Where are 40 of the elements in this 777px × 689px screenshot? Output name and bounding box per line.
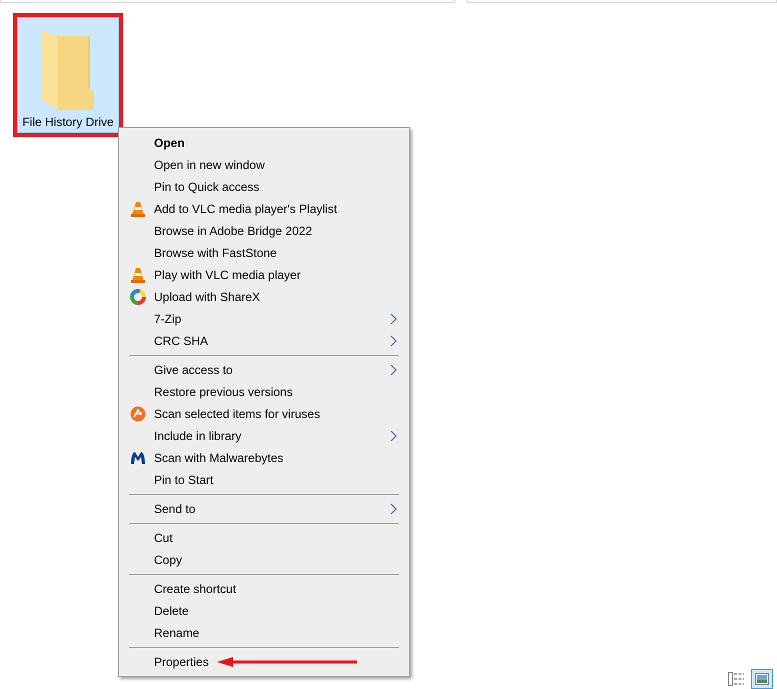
- view-button[interactable]: [751, 669, 773, 689]
- traffic-cone-icon: [130, 267, 144, 283]
- chevron-right-icon: [390, 503, 397, 515]
- menu-item[interactable]: Pin to Quick access: [121, 176, 407, 198]
- menu-item[interactable]: Add to VLC media player's Playlist: [121, 198, 407, 220]
- traffic-cone-icon: [130, 201, 144, 217]
- chevron-right-icon: [390, 430, 397, 442]
- details-view-icon: [728, 672, 744, 686]
- menu-item[interactable]: Give access to: [121, 359, 407, 381]
- menu-item[interactable]: Cut: [121, 527, 407, 549]
- menu-item[interactable]: Scan selected items for viruses: [121, 403, 407, 425]
- menu-item[interactable]: Scan with Malwarebytes: [121, 447, 407, 469]
- menu-item[interactable]: Send to: [121, 498, 407, 520]
- menu-item[interactable]: Copy: [121, 549, 407, 571]
- chevron-right-icon: [390, 364, 397, 376]
- ring-logo-icon: [130, 289, 146, 305]
- menu-item[interactable]: Properties: [121, 651, 407, 673]
- folder-item[interactable]: File History Drive: [17, 17, 119, 133]
- menu-item[interactable]: Upload with ShareX: [121, 286, 407, 308]
- menu-item[interactable]: CRC SHA: [121, 330, 407, 352]
- round-logo-icon: [130, 406, 146, 422]
- menu-item[interactable]: Rename: [121, 622, 407, 644]
- menu-item[interactable]: Browse in Adobe Bridge 2022: [121, 220, 407, 242]
- menu-item[interactable]: Open: [121, 132, 407, 154]
- menu-item[interactable]: Create shortcut: [121, 578, 407, 600]
- menu-item[interactable]: 7-Zip: [121, 308, 407, 330]
- large-icons-view-icon: [755, 673, 769, 685]
- menu-item[interactable]: Pin to Start: [121, 469, 407, 491]
- menu-item[interactable]: Delete: [121, 600, 407, 622]
- folder-icon: [40, 28, 96, 110]
- menu-item[interactable]: Restore previous versions: [121, 381, 407, 403]
- chevron-right-icon: [390, 313, 397, 325]
- view-button[interactable]: [725, 669, 747, 689]
- chevron-right-icon: [390, 335, 397, 347]
- menu-item[interactable]: Include in library: [121, 425, 407, 447]
- menu-item[interactable]: Browse with FastStone: [121, 242, 407, 264]
- menu-item[interactable]: Play with VLC media player: [121, 264, 407, 286]
- m-logo-icon: [130, 450, 146, 466]
- menu-item[interactable]: Open in new window: [121, 154, 407, 176]
- folder-label: File History Drive: [22, 115, 114, 129]
